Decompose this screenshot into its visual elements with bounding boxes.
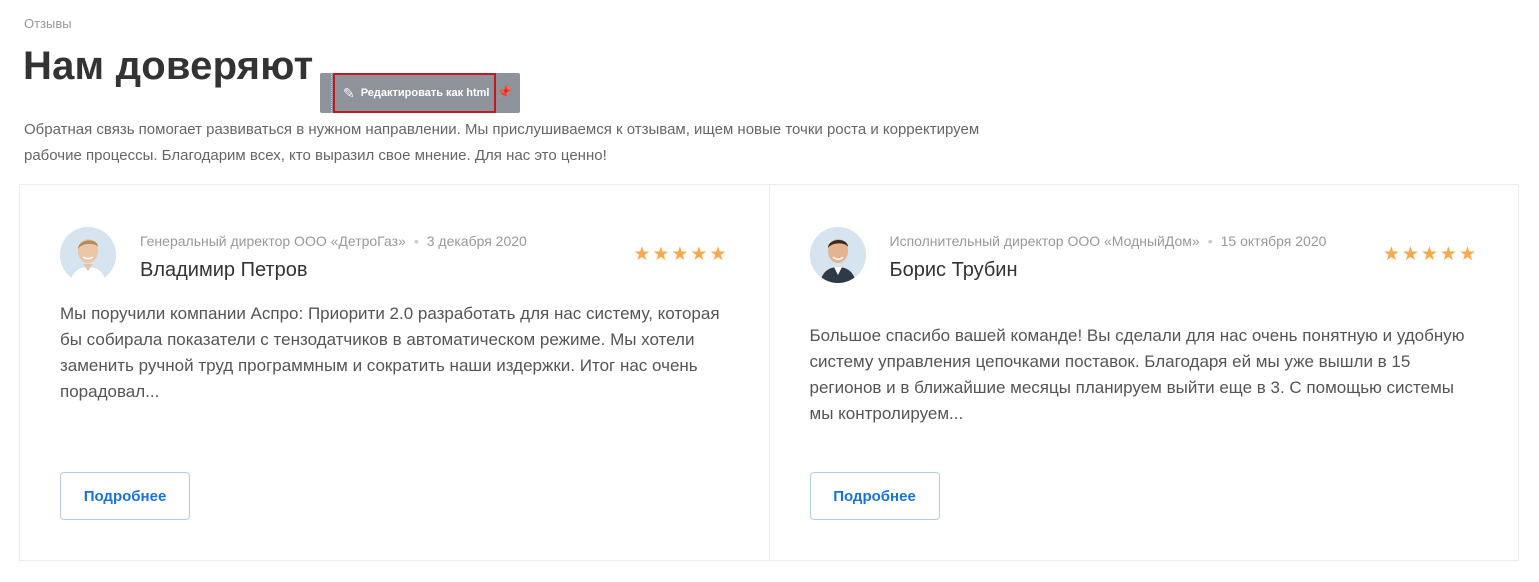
- review-card: Исполнительный директор ООО «МодныйДом» •…: [768, 185, 1519, 560]
- separator-dot: •: [413, 233, 419, 249]
- pin-icon[interactable]: 📌: [497, 85, 512, 99]
- edit-as-html-label: Редактировать как html: [360, 87, 490, 99]
- drag-handle[interactable]: [322, 73, 332, 113]
- edit-toolbar: ✎ Редактировать как html 📌: [320, 73, 520, 113]
- breadcrumb[interactable]: Отзывы: [24, 16, 72, 31]
- more-button[interactable]: Подробнее: [60, 472, 190, 520]
- author-position: Генеральный директор ООО «ДетроГаз»: [140, 233, 406, 249]
- avatar: [60, 227, 116, 283]
- avatar: [809, 227, 866, 283]
- pencil-icon: ✎: [343, 84, 355, 101]
- author-name: Борис Трубин: [889, 259, 1018, 281]
- separator-dot: •: [1207, 233, 1213, 249]
- review-meta: Генеральный директор ООО «ДетроГаз» • 3 де…: [140, 229, 580, 283]
- rating-stars: ★★★★★: [633, 244, 729, 265]
- review-text: Мы поручили компании Аспро: Приорити 2.0…: [60, 304, 720, 401]
- page-title: Нам доверяют: [23, 44, 314, 88]
- review-date: 15 октября 2020: [1220, 233, 1327, 249]
- author-position: Исполнительный директор ООО «МодныйДом»: [889, 233, 1200, 249]
- review-text: Большое спасибо вашей команде! Вы сделал…: [809, 326, 1465, 423]
- reviews-grid: Генеральный директор ООО «ДетроГаз» • 3 де…: [19, 184, 1519, 561]
- author-name: Владимир Петров: [140, 259, 308, 281]
- more-button[interactable]: Подробнее: [809, 472, 940, 520]
- edit-as-html-button[interactable]: ✎ Редактировать как html: [333, 73, 496, 113]
- review-meta: Исполнительный директор ООО «МодныйДом» •…: [890, 229, 1330, 283]
- intro-text: Обратная связь помогает развиваться в ну…: [24, 121, 980, 164]
- review-date: 3 декабря 2020: [426, 233, 527, 249]
- rating-stars: ★★★★★: [1382, 244, 1478, 265]
- review-card: Генеральный директор ООО «ДетроГаз» • 3 де…: [20, 185, 769, 560]
